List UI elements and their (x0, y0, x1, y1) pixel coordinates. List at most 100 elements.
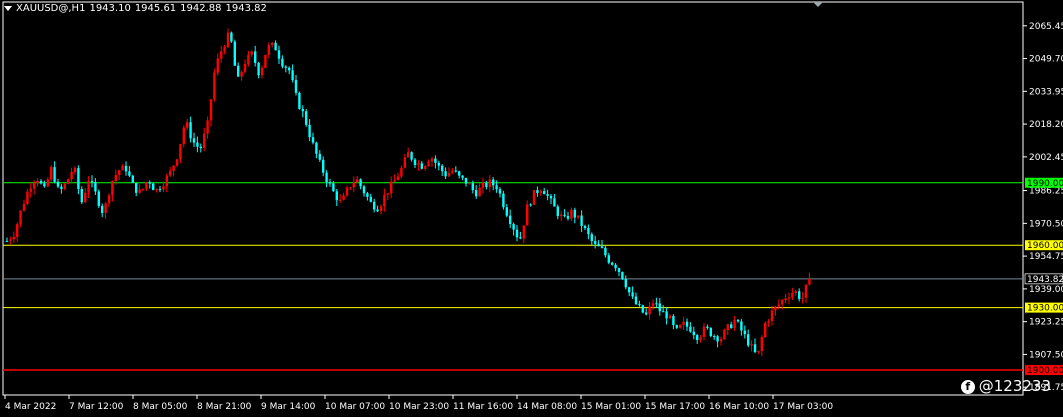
candle-body (441, 165, 444, 172)
candle-body (298, 92, 301, 109)
candle-body (383, 194, 386, 207)
candle-body (223, 47, 226, 52)
candle-body (631, 292, 634, 297)
candle-body (723, 329, 726, 339)
candle-body (702, 326, 706, 337)
candle-body (393, 180, 396, 182)
candle-body (403, 157, 406, 168)
candle-body (733, 320, 736, 329)
candle-body (529, 204, 532, 206)
candle-body (206, 120, 209, 134)
candle-body (726, 324, 729, 330)
candle-body (376, 209, 379, 212)
candle-body (614, 264, 617, 269)
candle-body (679, 325, 682, 328)
candle-body (560, 214, 563, 217)
candle-body (417, 163, 420, 165)
x-tick-label: 8 Mar 21:00 (197, 402, 252, 412)
candle-body (254, 51, 257, 63)
candle-body (101, 205, 104, 213)
candle-body (532, 190, 536, 205)
candle-body (209, 99, 213, 121)
candle-body (33, 183, 36, 189)
candle-body (696, 335, 699, 341)
plot-frame (2, 1, 1024, 396)
candle-body (730, 324, 733, 329)
candle-body (604, 247, 607, 256)
candle-body (155, 188, 158, 191)
y-tick-label: 1907.50 (1029, 350, 1063, 360)
candle-body (277, 50, 281, 59)
candle-body (716, 336, 719, 342)
candle-body (162, 186, 165, 190)
candle-body (369, 196, 372, 202)
x-tick-label: 10 Mar 07:00 (325, 402, 385, 412)
candle-body (189, 122, 192, 139)
y-tick-label: 2018.20 (1029, 120, 1063, 130)
candle-body (536, 190, 539, 194)
candle-body (539, 191, 542, 194)
candle-body (128, 171, 131, 176)
candle-body (526, 204, 529, 226)
candle-body (808, 278, 811, 285)
candle-body (798, 291, 801, 299)
candle-body (750, 344, 753, 346)
candle-body (566, 215, 570, 219)
candle-body (713, 336, 716, 338)
candle-body (638, 304, 641, 306)
candle-body (339, 199, 342, 201)
candle-body (451, 170, 454, 173)
candle-body (352, 182, 355, 188)
candle-body (570, 209, 573, 219)
candle-body (175, 159, 179, 166)
y-tick-label: 2002.45 (1029, 153, 1063, 163)
candle-body (706, 326, 709, 328)
candle-body (29, 188, 32, 192)
candle-body (770, 310, 774, 321)
y-tick-label: 1954.75 (1029, 252, 1063, 262)
candle-body (237, 65, 240, 77)
x-tick-label: 15 Mar 01:00 (581, 402, 641, 412)
candle-body (46, 179, 49, 187)
candle-body (658, 303, 661, 312)
candle-body (305, 111, 308, 125)
candle-body (90, 180, 94, 183)
candle-body (5, 241, 9, 243)
price-chart[interactable]: 2065.452049.702033.952018.202002.451986.… (0, 0, 1063, 417)
candle-body (373, 201, 376, 210)
candle-body (675, 325, 678, 328)
candle-body (447, 172, 451, 177)
candle-body (158, 188, 162, 190)
x-tick-label: 4 Mar 2022 (5, 402, 56, 412)
level-label: 1960.00 (1027, 241, 1063, 251)
candle-body (689, 326, 692, 332)
x-tick-label: 9 Mar 14:00 (261, 402, 316, 412)
candle-body (611, 262, 614, 265)
y-tick-label: 1923.25 (1029, 318, 1063, 328)
candle-body (396, 176, 400, 181)
candle-body (594, 241, 597, 244)
candle-body (577, 215, 580, 218)
candle-body (43, 183, 46, 187)
candle-body (471, 183, 474, 191)
shift-marker-icon (813, 2, 823, 7)
watermark-text: @123233 (978, 377, 1051, 395)
candle-body (444, 171, 447, 177)
candle-body (515, 229, 519, 238)
candle-body (784, 298, 787, 301)
candle-body (607, 255, 610, 263)
candle-body (250, 51, 253, 55)
candle-body (430, 158, 434, 162)
candle-body (26, 191, 29, 204)
candle-body (621, 271, 624, 280)
candle-body (264, 54, 267, 68)
current-price-label: 1943.82 (1027, 275, 1063, 285)
candle-body (427, 161, 430, 167)
candle-body (791, 292, 794, 298)
candle-body (583, 226, 587, 229)
candle-body (345, 187, 349, 196)
candle-body (311, 137, 315, 143)
candle-body (519, 237, 522, 239)
candle-body (475, 190, 478, 197)
candle-body (141, 188, 145, 190)
